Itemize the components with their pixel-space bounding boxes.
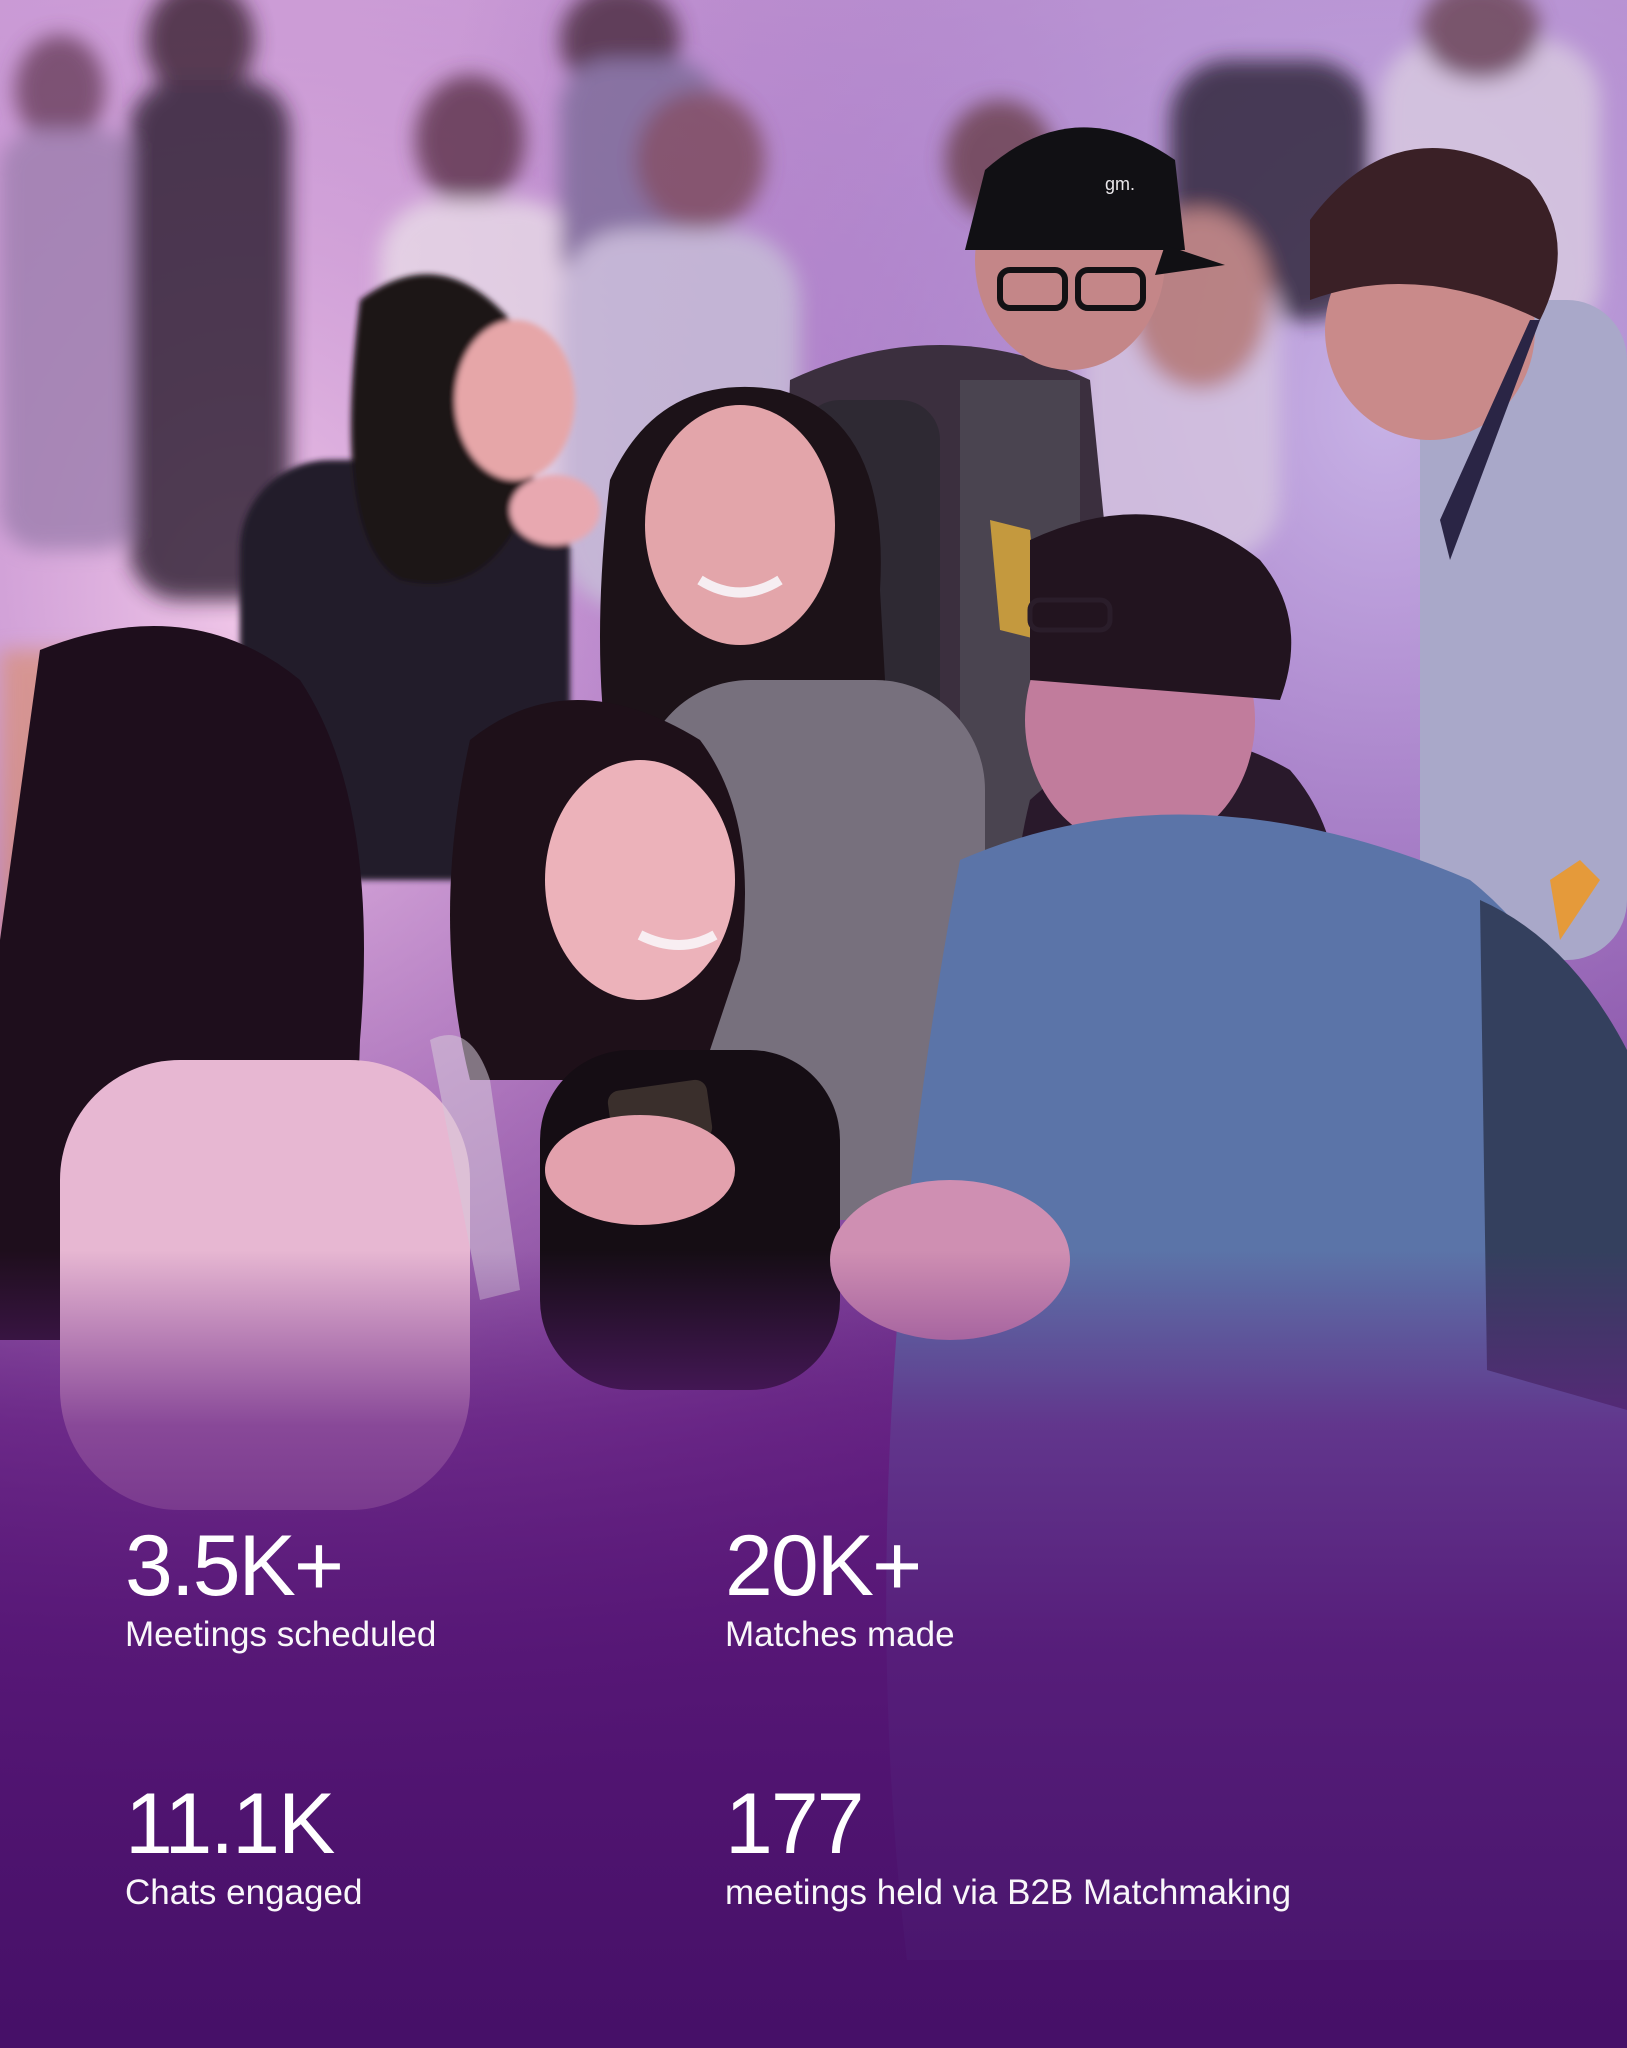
svg-text:gm.: gm.: [1105, 174, 1135, 194]
stats-grid: 3.5K+ Meetings scheduled 20K+ Matches ma…: [125, 1520, 1425, 1940]
stat-value: 20K+: [725, 1518, 922, 1614]
stat-value: 11.1K: [125, 1776, 335, 1872]
stat-meetings-scheduled: 3.5K+ Meetings scheduled: [125, 1520, 436, 1656]
stat-label: Meetings scheduled: [125, 1615, 437, 1654]
stat-matches-made: 20K+ Matches made: [725, 1520, 955, 1656]
stat-label: Matches made: [725, 1615, 955, 1654]
stat-value: 177: [725, 1776, 865, 1872]
stat-b2b-meetings: 177 meetings held via B2B Matchmaking: [725, 1778, 1291, 1914]
stat-label: meetings held via B2B Matchmaking: [725, 1873, 1292, 1912]
stat-label: Chats engaged: [125, 1873, 363, 1912]
stat-chats-engaged: 11.1K Chats engaged: [125, 1778, 362, 1914]
stat-value: 3.5K+: [125, 1518, 344, 1614]
event-hero: gm. 3.5K+ Meetings scheduled 20K+ Matche…: [0, 0, 1627, 2048]
